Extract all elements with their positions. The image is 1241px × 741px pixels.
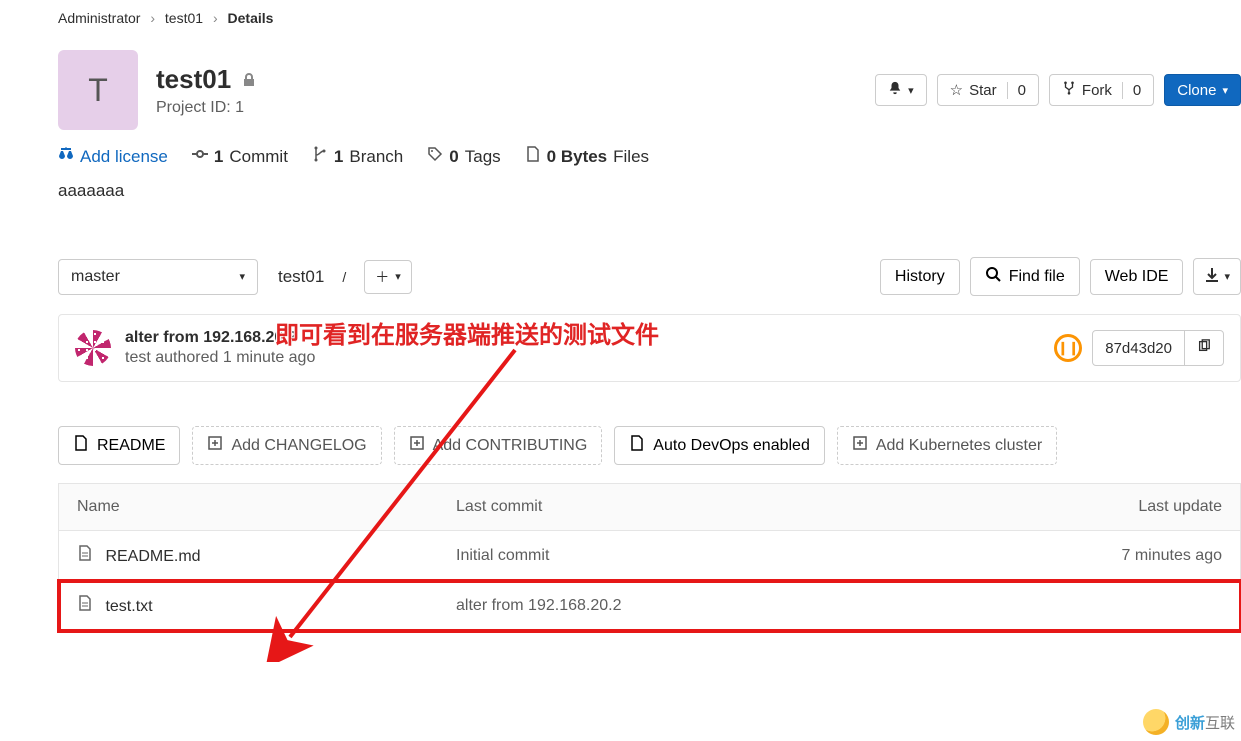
file-name[interactable]: README.md: [105, 548, 200, 565]
plus-icon: ＋: [375, 267, 389, 287]
web-ide-button[interactable]: Web IDE: [1090, 259, 1184, 295]
watermark: 创新互联: [1143, 709, 1235, 735]
add-license-link[interactable]: Add license: [58, 146, 168, 167]
pipeline-pause-icon[interactable]: ❙❙: [1054, 334, 1082, 362]
copy-icon[interactable]: [1184, 331, 1223, 365]
col-last-commit: Last commit: [438, 484, 916, 531]
readme-button[interactable]: README: [58, 426, 180, 465]
commits-link[interactable]: 1 Commit: [192, 146, 288, 167]
file-icon: [629, 435, 645, 456]
file-commit[interactable]: Initial commit: [438, 531, 916, 581]
last-commit: alter from 192.168.20.2 test authored 1 …: [58, 314, 1241, 382]
commit-sha[interactable]: 87d43d20: [1092, 330, 1224, 366]
chevron-down-icon: ▾: [239, 270, 245, 283]
files-link[interactable]: 0 Bytes Files: [525, 146, 649, 167]
chevron-right-icon: ›: [213, 10, 218, 26]
file-table: Name Last commit Last update README.md I…: [58, 483, 1241, 631]
file-icon: [77, 548, 93, 565]
commit-message[interactable]: alter from 192.168.20.2: [125, 329, 315, 347]
chevron-right-icon: ›: [150, 10, 155, 26]
breadcrumb-item[interactable]: test01: [165, 10, 203, 26]
file-icon: [525, 146, 541, 167]
commit-author-line: test authored 1 minute ago: [125, 349, 315, 367]
star-count: 0: [1007, 82, 1026, 99]
file-toolbar: master ▾ test01 / ＋ ▾ History Find file …: [58, 257, 1241, 296]
branch-selector[interactable]: master ▾: [58, 259, 258, 295]
project-header: T test01 Project ID: 1 ▾ ☆ Star 0 Fork 0…: [58, 50, 1241, 130]
star-button[interactable]: ☆ Star 0: [937, 74, 1039, 106]
commit-icon: [192, 146, 208, 167]
project-id: Project ID: 1: [156, 99, 257, 117]
fork-button[interactable]: Fork 0: [1049, 74, 1154, 106]
branches-link[interactable]: 1 Branch: [312, 146, 403, 167]
add-changelog-button[interactable]: Add CHANGELOG: [192, 426, 381, 465]
clone-button[interactable]: Clone ▾: [1164, 74, 1241, 106]
chevron-down-icon: ▾: [395, 270, 401, 283]
scale-icon: [58, 146, 74, 167]
watermark-icon: [1143, 709, 1169, 735]
branch-icon: [312, 146, 328, 167]
file-icon: [77, 598, 93, 615]
tag-icon: [427, 146, 443, 167]
search-icon: [985, 266, 1001, 287]
project-stats: Add license 1 Commit 1 Branch 0 Tags 0 B…: [58, 146, 1241, 167]
file-icon: [73, 435, 89, 456]
tags-link[interactable]: 0 Tags: [427, 146, 500, 167]
history-button[interactable]: History: [880, 259, 960, 295]
breadcrumb-item[interactable]: Administrator: [58, 10, 140, 26]
file-update: 7 minutes ago: [916, 531, 1241, 581]
path-separator: /: [342, 269, 346, 285]
table-row[interactable]: README.md Initial commit 7 minutes ago: [59, 531, 1241, 581]
file-commit[interactable]: alter from 192.168.20.2: [438, 581, 916, 631]
auto-devops-button[interactable]: Auto DevOps enabled: [614, 426, 825, 465]
notification-button[interactable]: ▾: [875, 74, 927, 106]
download-button[interactable]: ▾: [1193, 258, 1241, 295]
lock-icon: [241, 64, 257, 95]
add-kubernetes-button[interactable]: Add Kubernetes cluster: [837, 426, 1057, 465]
chevron-down-icon: ▾: [1224, 270, 1230, 283]
plus-square-icon: [207, 435, 223, 456]
path-root[interactable]: test01: [278, 267, 324, 287]
plus-square-icon: [409, 435, 425, 456]
project-description: aaaaaaa: [58, 181, 1241, 201]
chevron-down-icon: ▾: [908, 84, 914, 97]
page-title: test01: [156, 64, 257, 95]
chevron-down-icon: ▾: [1222, 84, 1228, 97]
col-last-update: Last update: [916, 484, 1241, 531]
table-row[interactable]: test.txt alter from 192.168.20.2: [59, 581, 1241, 631]
download-icon: [1204, 267, 1220, 286]
avatar: [75, 330, 111, 366]
project-action-buttons: README Add CHANGELOG Add CONTRIBUTING Au…: [58, 426, 1241, 465]
plus-square-icon: [852, 435, 868, 456]
add-contributing-button[interactable]: Add CONTRIBUTING: [394, 426, 603, 465]
fork-icon: [1062, 81, 1076, 99]
project-avatar: T: [58, 50, 138, 130]
col-name: Name: [59, 484, 439, 531]
bell-icon: [888, 81, 902, 99]
file-name[interactable]: test.txt: [105, 598, 152, 615]
star-icon: ☆: [950, 81, 963, 99]
breadcrumb-item-current: Details: [228, 10, 274, 26]
find-file-button[interactable]: Find file: [970, 257, 1080, 296]
breadcrumb: Administrator › test01 › Details: [58, 10, 1241, 26]
fork-count: 0: [1122, 82, 1141, 99]
file-update: [916, 581, 1241, 631]
add-file-button[interactable]: ＋ ▾: [364, 260, 412, 294]
